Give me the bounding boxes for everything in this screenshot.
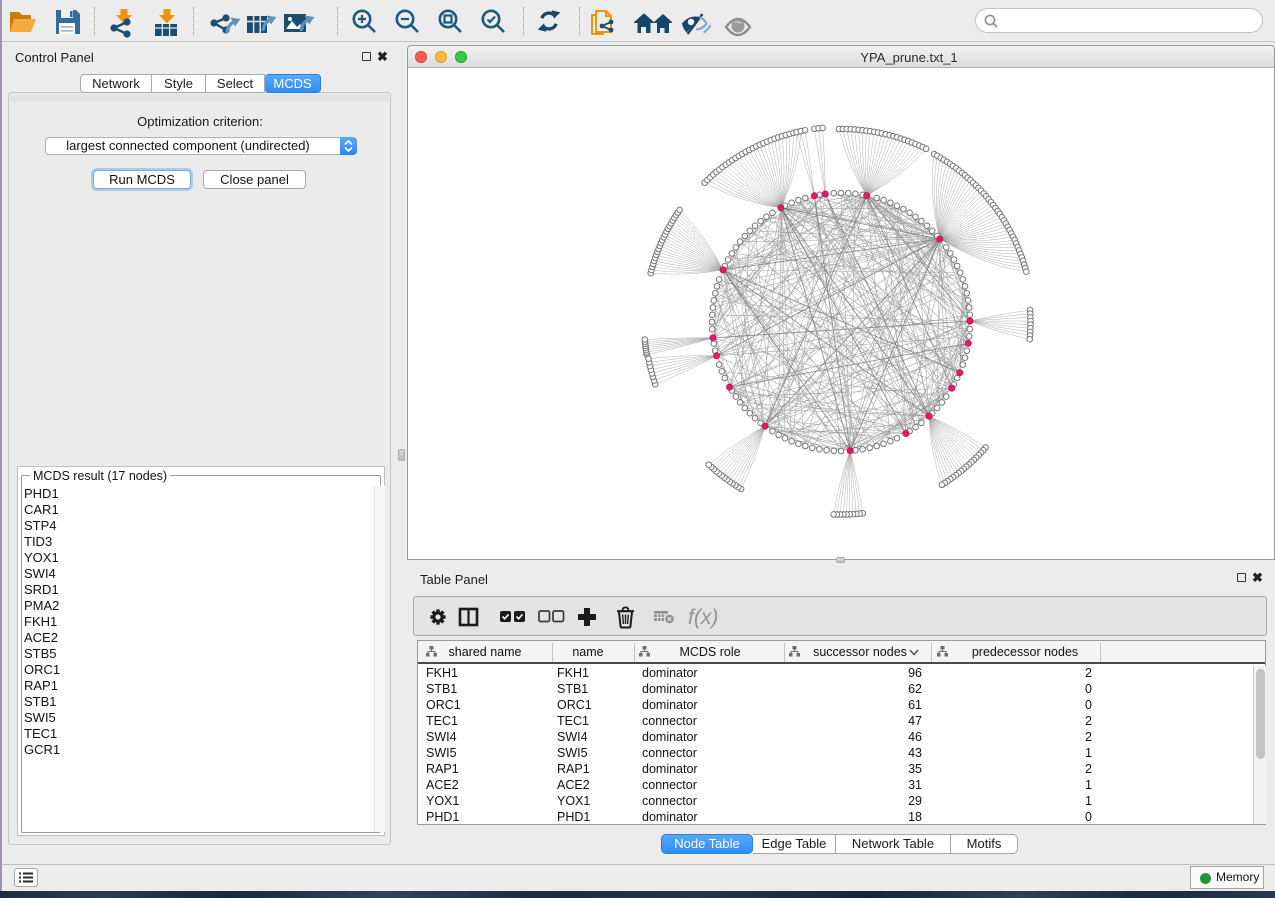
svg-text:f(x): f(x) [688,606,718,629]
